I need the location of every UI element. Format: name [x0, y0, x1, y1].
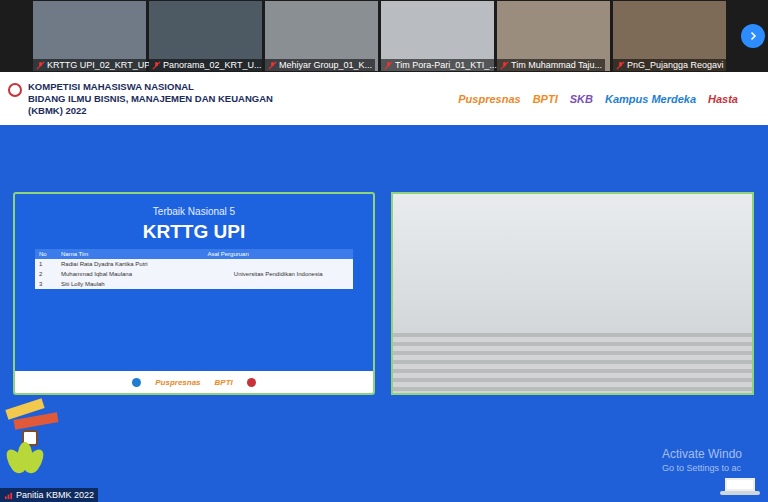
participant-name: Mehiyar Group_01_K...: [279, 60, 372, 70]
footer-logo: Puspresnas: [155, 378, 200, 387]
plant-icon: [4, 440, 44, 484]
laptop-icon: [720, 478, 760, 498]
muted-mic-icon: [616, 61, 625, 70]
muted-mic-icon: [268, 61, 277, 70]
title-line: KOMPETISI MAHASISWA NASIONAL: [28, 81, 273, 93]
member-table: NoNama TimAsal Perguruan1Radiai Rata Dya…: [35, 249, 353, 289]
emblem-icon: [132, 378, 141, 387]
participant-name: PnG_Pujangga Reogavi: [627, 60, 724, 70]
sponsor-logo: Hasta: [708, 93, 738, 105]
emblem-icon: [247, 378, 256, 387]
table-header: Nama Tim: [57, 249, 203, 259]
participant-label: Mehiyar Group_01_K...: [265, 59, 375, 71]
participant-label: Tim Muhammad Taju...: [497, 59, 605, 71]
footer-logo: BPTI: [215, 378, 233, 387]
table-header: Asal Perguruan: [203, 249, 353, 259]
participant-tile[interactable]: PnG_Pujangga Reogavi: [613, 1, 726, 71]
emblem-icon: [8, 83, 22, 97]
participant-label: Tim Pora-Pari_01_KTI_...: [381, 59, 494, 71]
books-icon: [4, 396, 64, 444]
institution-cell: Universitas Pendidikan Indonesia: [203, 259, 353, 289]
card-footer: Puspresnas BPTI: [15, 371, 373, 393]
next-page-button[interactable]: [741, 24, 765, 48]
muted-mic-icon: [500, 61, 509, 70]
table-header: No: [35, 249, 57, 259]
table-row: 1Radiai Rata Dyadra Kartika PutriUnivers…: [35, 259, 353, 269]
sponsor-logo: SKB: [570, 93, 593, 105]
participant-name: Tim Muhammad Taju...: [511, 60, 602, 70]
muted-mic-icon: [384, 61, 393, 70]
participant-label: Panorama_02_KRT_U...: [149, 59, 262, 71]
activation-watermark: Activate WindoGo to Settings to ac: [662, 447, 742, 473]
participant-name: KRTTG UPI_02_KRT_UPI: [47, 60, 153, 70]
team-name: KRTTG UPI: [143, 221, 245, 243]
meeting-screen: KRTTG UPI_02_KRT_UPI Panorama_02_KRT_U...…: [0, 0, 768, 502]
sponsor-logo: Kampus Merdeka: [605, 93, 696, 105]
host-label: Panitia KBMK 2022: [0, 488, 98, 502]
rank-subtitle: Terbaik Nasional 5: [153, 206, 235, 217]
participant-tile[interactable]: Mehiyar Group_01_K...: [265, 1, 378, 71]
participant-name: Panorama_02_KRT_U...: [163, 60, 261, 70]
sponsor-logo: Puspresnas: [458, 93, 520, 105]
result-card: Terbaik Nasional 5 KRTTG UPI NoNama TimAsa…: [13, 192, 375, 395]
sponsor-logos: Puspresnas BPTI SKB Kampus Merdeka Hasta: [458, 93, 738, 105]
participant-tile[interactable]: Tim Muhammad Taju...: [497, 1, 610, 71]
slide-body: Terbaik Nasional 5 KRTTG UPI NoNama TimAsa…: [0, 125, 768, 502]
participant-tile[interactable]: KRTTG UPI_02_KRT_UPI: [33, 1, 146, 71]
participant-label: PnG_Pujangga Reogavi: [613, 59, 726, 71]
sponsor-logo: BPTI: [533, 93, 558, 105]
participant-strip: KRTTG UPI_02_KRT_UPI Panorama_02_KRT_U...…: [0, 0, 768, 72]
team-photo: [391, 192, 754, 395]
signal-icon: [4, 491, 13, 500]
shared-slide: KOMPETISI MAHASISWA NASIONALBIDANG ILMU …: [0, 72, 768, 502]
participant-tile[interactable]: Tim Pora-Pari_01_KTI_...: [381, 1, 494, 71]
slide-title: KOMPETISI MAHASISWA NASIONALBIDANG ILMU …: [8, 81, 273, 117]
muted-mic-icon: [152, 61, 161, 70]
chevron-right-icon: [747, 30, 759, 42]
slide-header: KOMPETISI MAHASISWA NASIONALBIDANG ILMU …: [0, 72, 768, 125]
title-line: (KBMK) 2022: [28, 105, 273, 117]
participant-name: Tim Pora-Pari_01_KTI_...: [395, 60, 497, 70]
muted-mic-icon: [36, 61, 45, 70]
participant-tile[interactable]: Panorama_02_KRT_U...: [149, 1, 262, 71]
participant-label: KRTTG UPI_02_KRT_UPI: [33, 59, 146, 71]
title-line: BIDANG ILMU BISNIS, MANAJEMEN DAN KEUANG…: [28, 93, 273, 105]
